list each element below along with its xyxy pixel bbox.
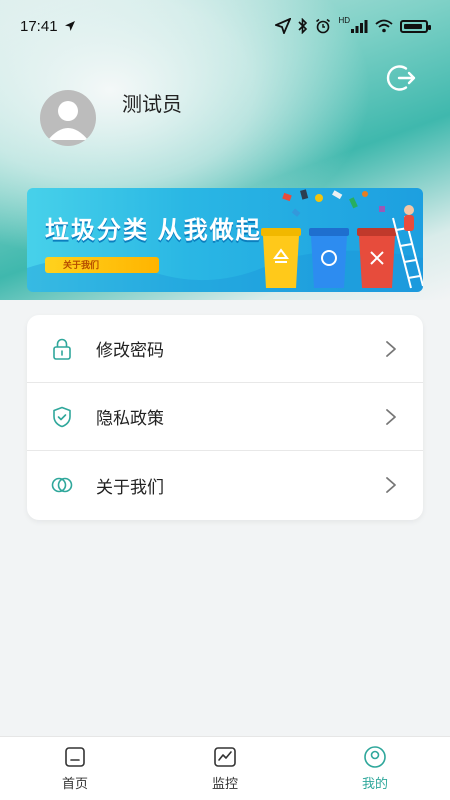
overlap-circles-icon <box>51 477 73 493</box>
tab-home[interactable]: 首页 <box>0 737 150 800</box>
monitor-chart-icon <box>214 747 236 767</box>
tab-mine[interactable]: 我的 <box>300 737 450 800</box>
banner-about-button[interactable]: 关于我们 <box>45 257 159 273</box>
logout-icon <box>386 65 416 91</box>
navigation-icon <box>275 18 292 34</box>
menu-item-change-password[interactable]: 修改密码 <box>27 315 423 383</box>
logout-button[interactable] <box>386 62 418 94</box>
status-left: 17:41 <box>20 18 76 35</box>
avatar[interactable] <box>40 90 96 146</box>
network-badge: HD <box>338 15 350 25</box>
menu-item-privacy-policy[interactable]: 隐私政策 <box>27 383 423 451</box>
signal-icon <box>351 20 368 33</box>
tab-label: 我的 <box>361 776 388 791</box>
menu-item-label: 关于我们 <box>96 477 164 497</box>
home-icon <box>65 747 85 767</box>
tab-label: 监控 <box>211 776 238 791</box>
alarm-clock-icon <box>316 18 331 34</box>
status-right: HD <box>275 15 431 34</box>
bottom-tab-bar: 首页 监控 我的 <box>0 736 450 800</box>
menu-item-about-us[interactable]: 关于我们 <box>27 451 423 519</box>
username: 测试员 <box>122 94 182 116</box>
settings-menu: 修改密码 隐私政策 关于我们 <box>27 315 423 520</box>
menu-item-label: 隐私政策 <box>96 409 164 428</box>
user-icon <box>364 746 386 768</box>
shield-icon <box>53 406 71 427</box>
banner-title: 垃圾分类 从我做起 <box>45 217 262 244</box>
default-avatar-icon <box>48 101 88 140</box>
battery-icon <box>400 19 431 33</box>
chevron-right-icon <box>386 408 396 425</box>
bluetooth-icon <box>298 18 308 34</box>
status-time: 17:41 <box>20 17 58 35</box>
recycling-bins-illustration <box>261 189 423 289</box>
tab-label: 首页 <box>61 776 88 791</box>
menu-item-label: 修改密码 <box>96 341 164 360</box>
tab-monitor[interactable]: 监控 <box>150 737 300 800</box>
status-bar: 17:41 HD <box>0 0 450 52</box>
lock-icon <box>53 338 71 360</box>
wifi-icon <box>375 19 393 33</box>
promo-banner[interactable]: 垃圾分类 从我做起 关于我们 <box>27 188 423 292</box>
chevron-right-icon <box>386 477 396 493</box>
chevron-right-icon <box>386 340 396 357</box>
location-arrow-icon <box>64 21 75 31</box>
